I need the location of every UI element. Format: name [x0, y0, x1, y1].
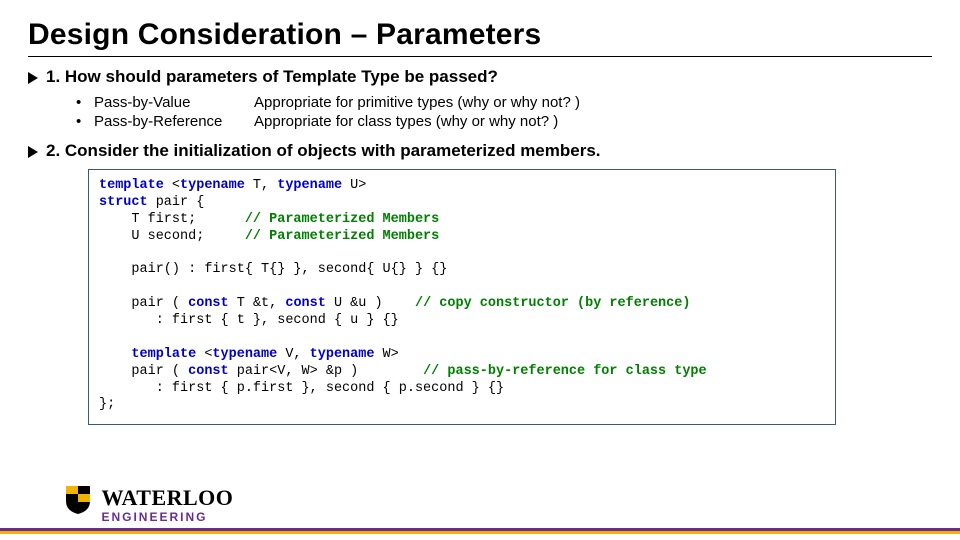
title-rule — [28, 56, 932, 57]
param-2-desc: Appropriate for class types (why or why … — [254, 112, 580, 131]
code-text — [99, 347, 131, 362]
chevron-right-icon — [28, 72, 38, 84]
param-table: • Pass-by-Value Appropriate for primitiv… — [76, 93, 580, 131]
code-text: W> — [374, 347, 398, 362]
footer-bars — [0, 528, 960, 534]
code-text: : first { t }, second { u } {} — [99, 313, 399, 328]
code-kw: typename — [180, 178, 245, 193]
slide: Design Consideration – Parameters 1. How… — [0, 0, 960, 540]
code-kw: const — [188, 296, 229, 311]
slide-title: Design Consideration – Parameters — [28, 18, 932, 52]
code-kw: typename — [277, 178, 342, 193]
code-text: T &t, — [229, 296, 286, 311]
code-kw: template — [131, 347, 196, 362]
code-text: pair<V, W> &p ) — [229, 364, 423, 379]
code-text: U &u ) — [326, 296, 415, 311]
chevron-right-icon — [28, 146, 38, 158]
question-2: 2. Consider the initialization of object… — [28, 141, 932, 161]
code-kw: typename — [212, 347, 277, 362]
code-comment: // copy constructor (by reference) — [415, 296, 690, 311]
waterloo-logo: WATERLOO ENGINEERING — [65, 485, 233, 524]
table-row: • Pass-by-Reference Appropriate for clas… — [76, 112, 580, 131]
bullet-dot: • — [76, 112, 94, 131]
code-comment: // pass-by-reference for class type — [423, 364, 707, 379]
question-2-text: 2. Consider the initialization of object… — [46, 141, 601, 161]
code-kw: typename — [310, 347, 375, 362]
table-row: • Pass-by-Value Appropriate for primitiv… — [76, 93, 580, 112]
code-text: V, — [277, 347, 309, 362]
code-comment: // Parameterized Members — [245, 229, 439, 244]
code-text: < — [164, 178, 180, 193]
logo-name: WATERLOO — [101, 485, 233, 511]
param-1-label: Pass-by-Value — [94, 93, 254, 112]
code-kw: const — [285, 296, 326, 311]
code-text: }; — [99, 397, 115, 412]
shield-icon — [65, 485, 91, 520]
question-1: 1. How should parameters of Template Typ… — [28, 67, 932, 87]
code-text: T first; — [99, 212, 245, 227]
code-kw: struct — [99, 195, 148, 210]
question-1-text: 1. How should parameters of Template Typ… — [46, 67, 498, 87]
code-text: : first { p.first }, second { p.second }… — [99, 381, 504, 396]
code-kw: template — [99, 178, 164, 193]
param-1-desc: Appropriate for primitive types (why or … — [254, 93, 580, 112]
code-text: pair ( — [99, 364, 188, 379]
logo-sub: ENGINEERING — [101, 510, 233, 524]
gold-bar — [0, 531, 960, 534]
code-kw: const — [188, 364, 229, 379]
code-text: < — [196, 347, 212, 362]
code-comment: // Parameterized Members — [245, 212, 439, 227]
code-block: template <typename T, typename U> struct… — [88, 169, 836, 425]
code-text: U second; — [99, 229, 245, 244]
code-text: T, — [245, 178, 277, 193]
bullet-dot: • — [76, 93, 94, 112]
param-2-label: Pass-by-Reference — [94, 112, 254, 131]
code-text: pair() : first{ T{} }, second{ U{} } {} — [99, 262, 447, 277]
code-text: pair { — [148, 195, 205, 210]
code-text: U> — [342, 178, 366, 193]
code-text: pair ( — [99, 296, 188, 311]
